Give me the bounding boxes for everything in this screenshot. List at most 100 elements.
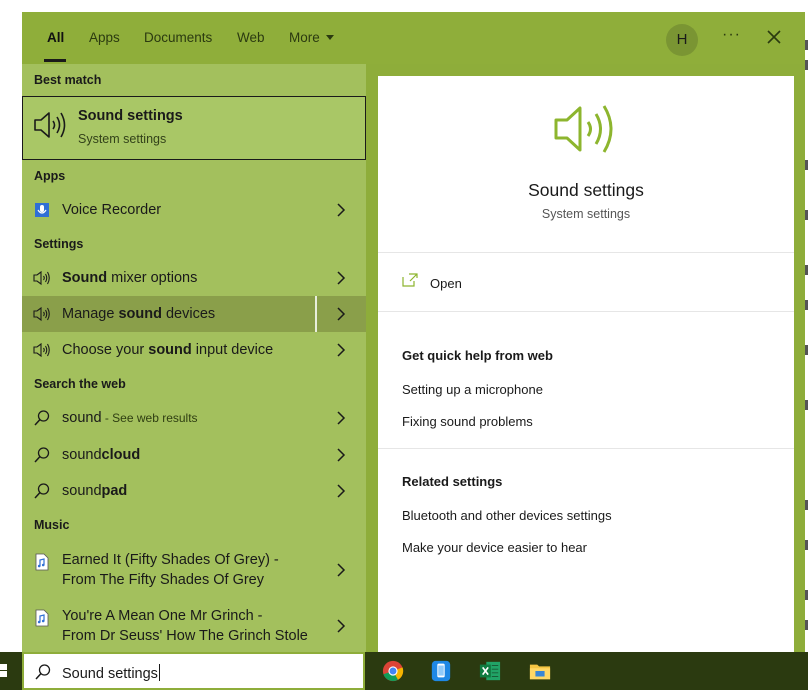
divider	[378, 311, 794, 312]
more-options-icon[interactable]: ···	[722, 26, 741, 44]
open-icon	[402, 273, 418, 287]
section-search-web: Search the web	[34, 377, 126, 391]
result-label: soundpad	[62, 483, 127, 499]
rest-text: mixer options	[107, 270, 198, 286]
chevron-right-icon[interactable]	[336, 619, 346, 633]
chevron-right-icon[interactable]	[336, 448, 346, 462]
result-sound-mixer-options[interactable]: Sound mixer options	[22, 260, 366, 296]
result-label: Manage sound devices	[62, 306, 215, 322]
tab-more[interactable]: More	[289, 30, 334, 45]
open-label: Open	[430, 276, 462, 291]
match-text: sound	[118, 306, 162, 322]
web-result-soundpad[interactable]: soundpad	[22, 473, 366, 509]
phone-icon[interactable]	[429, 660, 453, 682]
chevron-right-icon[interactable]	[336, 203, 346, 217]
result-voice-recorder[interactable]: Voice Recorder	[22, 192, 366, 228]
tab-apps[interactable]: Apps	[89, 30, 120, 45]
search-icon	[35, 664, 51, 680]
text-caret	[158, 664, 160, 681]
related-setting-link[interactable]: Make your device easier to hear	[402, 540, 587, 555]
related-settings-heading: Related settings	[402, 474, 503, 489]
open-action[interactable]: Open	[402, 272, 602, 296]
windows-logo-icon	[0, 664, 7, 677]
chevron-right-icon[interactable]	[336, 271, 346, 285]
file-explorer-icon[interactable]	[528, 660, 552, 682]
tab-web[interactable]: Web	[237, 30, 265, 45]
quick-help-link[interactable]: Fixing sound problems	[402, 414, 533, 429]
result-manage-sound-devices[interactable]: Manage sound devices	[22, 296, 366, 332]
preview-pane: Sound settings System settings Open Get …	[378, 76, 794, 652]
web-result-soundcloud[interactable]: soundcloud	[22, 437, 366, 473]
result-line-1: You're A Mean One Mr Grinch -	[62, 608, 263, 624]
start-button[interactable]	[0, 652, 22, 690]
search-icon	[34, 447, 50, 463]
search-panel: All Apps Documents Web More H ··· Best m…	[22, 12, 805, 652]
search-input[interactable]: Sound settings	[22, 652, 365, 690]
search-input-value: Sound settings	[62, 664, 160, 682]
music-file-icon	[35, 553, 49, 571]
result-label: Choose your sound input device	[62, 342, 273, 358]
search-tab-bar: All Apps Documents Web More H ···	[22, 12, 805, 64]
pre-text: Manage	[62, 306, 119, 322]
results-list: Best match Sound settings System setting…	[22, 64, 366, 652]
divider	[315, 296, 317, 332]
section-best-match: Best match	[34, 73, 102, 87]
chevron-right-icon[interactable]	[336, 411, 346, 425]
music-file-icon	[35, 609, 49, 627]
search-text: Sound settings	[62, 666, 158, 682]
speaker-icon	[34, 112, 66, 138]
query-text: sound	[62, 447, 102, 463]
speaker-icon	[33, 342, 50, 358]
section-music: Music	[34, 518, 70, 532]
divider	[378, 448, 794, 449]
chevron-right-icon[interactable]	[336, 307, 346, 321]
close-icon[interactable]	[764, 26, 784, 48]
related-setting-link[interactable]: Bluetooth and other devices settings	[402, 508, 612, 523]
chevron-right-icon[interactable]	[336, 563, 346, 577]
speaker-icon	[554, 105, 613, 153]
speaker-icon	[33, 270, 50, 286]
result-label: soundcloud	[62, 447, 140, 463]
best-match-subtitle: System settings	[78, 132, 167, 146]
match-text: cloud	[101, 447, 141, 463]
active-tab-indicator	[44, 59, 66, 62]
music-result-earned-it[interactable]: Earned It (Fifty Shades Of Grey) - From …	[22, 542, 366, 598]
speaker-icon	[33, 306, 50, 322]
result-line-2: From The Fifty Shades Of Grey	[62, 572, 264, 588]
result-line-1: Earned It (Fifty Shades Of Grey) -	[62, 552, 279, 568]
tab-documents[interactable]: Documents	[144, 30, 212, 45]
search-icon	[34, 410, 50, 426]
match-text: Sound	[62, 270, 108, 286]
chevron-right-icon[interactable]	[336, 343, 346, 357]
section-settings: Settings	[34, 237, 84, 251]
best-match-title: Sound settings	[78, 108, 183, 124]
music-result-mean-one[interactable]: You're A Mean One Mr Grinch - From Dr Se…	[22, 598, 366, 654]
voice-recorder-icon	[35, 203, 49, 217]
rest-text: devices	[161, 306, 216, 322]
taskbar	[365, 652, 808, 690]
result-label: sound - See web results	[62, 410, 198, 426]
excel-icon[interactable]	[478, 660, 502, 682]
result-label: Sound mixer options	[62, 270, 197, 286]
search-icon	[34, 483, 50, 499]
rest-text: input device	[191, 342, 274, 358]
divider	[378, 252, 794, 253]
result-choose-sound-input[interactable]: Choose your sound input device	[22, 332, 366, 368]
quick-help-link[interactable]: Setting up a microphone	[402, 382, 543, 397]
background-window-edge	[0, 0, 22, 652]
result-line-2: From Dr Seuss' How The Grinch Stole	[62, 628, 308, 644]
avatar[interactable]: H	[666, 24, 698, 56]
match-text: sound	[148, 342, 192, 358]
chevron-right-icon[interactable]	[336, 484, 346, 498]
query-text: sound	[62, 410, 102, 426]
web-result-sound[interactable]: sound - See web results	[22, 400, 366, 436]
best-match-result[interactable]: Sound settings System settings	[22, 96, 366, 160]
result-label: Voice Recorder	[62, 202, 162, 218]
chevron-down-icon	[325, 34, 334, 40]
preview-title: Sound settings	[528, 180, 644, 200]
query-text: sound	[62, 483, 102, 499]
preview-subtitle: System settings	[541, 207, 631, 221]
chrome-icon[interactable]	[381, 660, 405, 682]
tab-all[interactable]: All	[47, 30, 64, 45]
see-web-results: - See web results	[101, 411, 198, 425]
